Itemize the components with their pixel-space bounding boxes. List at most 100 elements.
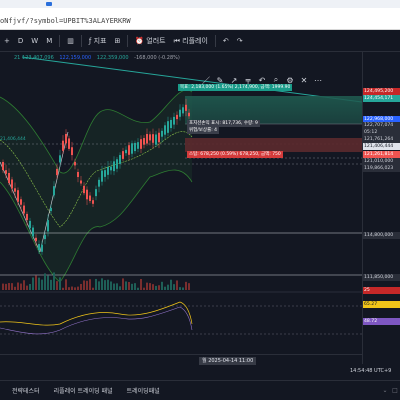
price-scale[interactable]: 124,495,200 124,454,171 122,968,000 122,707…: [362, 52, 400, 364]
volume-bar: [50, 279, 52, 290]
price-scale-label: 48.72: [363, 318, 400, 325]
volume-bar: [122, 278, 124, 290]
add-symbol-button[interactable]: +: [0, 30, 14, 52]
candle-body: [179, 109, 181, 117]
volume-bar: [71, 286, 73, 290]
candle-body: [146, 133, 148, 144]
candle-body: [41, 244, 43, 252]
redo-button[interactable]: ↷: [233, 30, 247, 52]
volume-bar: [110, 281, 112, 290]
tab-trading-panel[interactable]: 트레이딩패널: [120, 386, 167, 395]
crosshair-time-label: 월 2025-04-14 11:00: [199, 357, 257, 365]
price-scale-label: 119,866,023: [363, 165, 400, 172]
candle-body: [128, 145, 130, 155]
more-icon[interactable]: ⋯: [312, 76, 324, 85]
volume-bar: [143, 287, 145, 290]
candle-body: [47, 220, 49, 232]
volume-bar: [116, 283, 118, 290]
volume-bar: [131, 283, 133, 290]
position-pnl-label: 포지션손익 표시: 817,736, 수량: 9: [187, 120, 260, 127]
candle-body: [14, 188, 16, 192]
undo-button[interactable]: ↶: [219, 30, 233, 52]
collapse-icon[interactable]: ⌄: [380, 387, 390, 394]
volume-bar: [155, 285, 157, 290]
volume-bar: [74, 287, 76, 290]
timeframe-w-button[interactable]: W: [27, 30, 42, 52]
active-tab-indicator[interactable]: [46, 2, 52, 6]
volume-bar: [158, 285, 160, 290]
candle-body: [164, 125, 166, 135]
chart-toolbar: + D W M ▥ ƒ 지표 ⊞ ⏰ 얼러트 ⏮ 리플레이 ↶ ↷: [0, 30, 400, 52]
time-axis[interactable]: 월 2025-04-14 11:00: [0, 354, 362, 366]
clock-timezone[interactable]: 14:54:48 UTC+9: [350, 368, 391, 374]
volume-bar: [80, 283, 82, 290]
candle-body: [68, 138, 70, 149]
volume-bar: [164, 286, 166, 290]
toolbar-divider: [80, 34, 82, 47]
candle-body: [131, 143, 133, 154]
candle-body: [188, 112, 190, 117]
price-scale-label: 121,261,814: [363, 151, 400, 158]
position-stop-zone[interactable]: [185, 138, 362, 152]
candle-body: [44, 234, 46, 240]
position-target-label[interactable]: 목표: 2,183,000 (1.65%) 2,174,900, 금액: 199…: [178, 84, 293, 91]
candle-body: [50, 207, 52, 212]
position-risk-reward-label: 위험/보상률: 4: [187, 127, 220, 134]
volume-bar: [161, 281, 163, 290]
indicators-button[interactable]: ƒ 지표: [85, 30, 111, 52]
candle-body: [119, 155, 121, 164]
candle-body: [59, 155, 61, 163]
candle-body: [20, 199, 22, 205]
volume-bar: [119, 286, 121, 290]
maximize-icon[interactable]: □: [390, 387, 400, 394]
volume-bar: [95, 278, 97, 290]
volume-bar: [44, 273, 46, 290]
volume-bar: [62, 287, 64, 290]
price-chart[interactable]: [0, 52, 362, 364]
candle-body: [143, 138, 145, 145]
candle-body: [158, 132, 160, 143]
candle-type-icon[interactable]: ▥: [63, 30, 78, 52]
volume-bar: [38, 277, 40, 290]
volume-bar: [68, 287, 70, 290]
candle-body: [11, 179, 13, 189]
volume-bar: [29, 283, 31, 290]
position-stop-label[interactable]: 스탑: 678,250 (0.59%) 678,250, 금액: 750: [187, 151, 283, 158]
volume-bar: [140, 278, 142, 290]
tab-strategy-tester[interactable]: 전략테스터: [0, 386, 47, 395]
candle-body: [53, 186, 55, 196]
candle-body: [92, 200, 94, 204]
oscillator-line-purple: [0, 306, 193, 335]
candle-body: [26, 213, 28, 221]
candle-body: [113, 161, 115, 172]
address-bar[interactable]: oNfjvf/?symbol=UPBIT%3ALAYERKRW: [0, 14, 131, 28]
timeframe-m-button[interactable]: M: [42, 30, 56, 52]
volume-bar: [26, 285, 28, 290]
volume-bar: [173, 284, 175, 290]
volume-bar: [77, 286, 79, 290]
candle-body: [5, 170, 7, 174]
volume-bar: [23, 280, 25, 290]
alert-button[interactable]: ⏰ 얼러트: [131, 30, 169, 52]
volume-bar: [17, 282, 19, 290]
browser-bar: oNfjvf/?symbol=UPBIT%3ALAYERKRW: [0, 0, 400, 30]
layout-icon[interactable]: ⊞: [110, 30, 124, 52]
browser-tab-strip: [0, 0, 400, 8]
volume-bar: [47, 275, 49, 290]
candle-body: [125, 149, 127, 154]
volume-bar: [137, 287, 139, 290]
price-scale-label: 121,406,444: [363, 143, 400, 150]
volume-bar: [113, 283, 115, 290]
close-icon[interactable]: ✕: [298, 76, 310, 85]
timeframe-d-button[interactable]: D: [14, 30, 27, 52]
toolbar-divider: [127, 34, 129, 47]
candle-body: [65, 133, 67, 144]
candle-body: [86, 189, 88, 200]
candle-body: [89, 195, 91, 201]
volume-bar: [98, 281, 100, 290]
candle-body: [137, 142, 139, 149]
candle-body: [98, 179, 100, 187]
replay-button[interactable]: ⏮ 리플레이: [170, 30, 212, 52]
candle-body: [182, 107, 184, 114]
tab-replay-trading-panel[interactable]: 리플레이 트레이딩 패널: [47, 386, 120, 395]
